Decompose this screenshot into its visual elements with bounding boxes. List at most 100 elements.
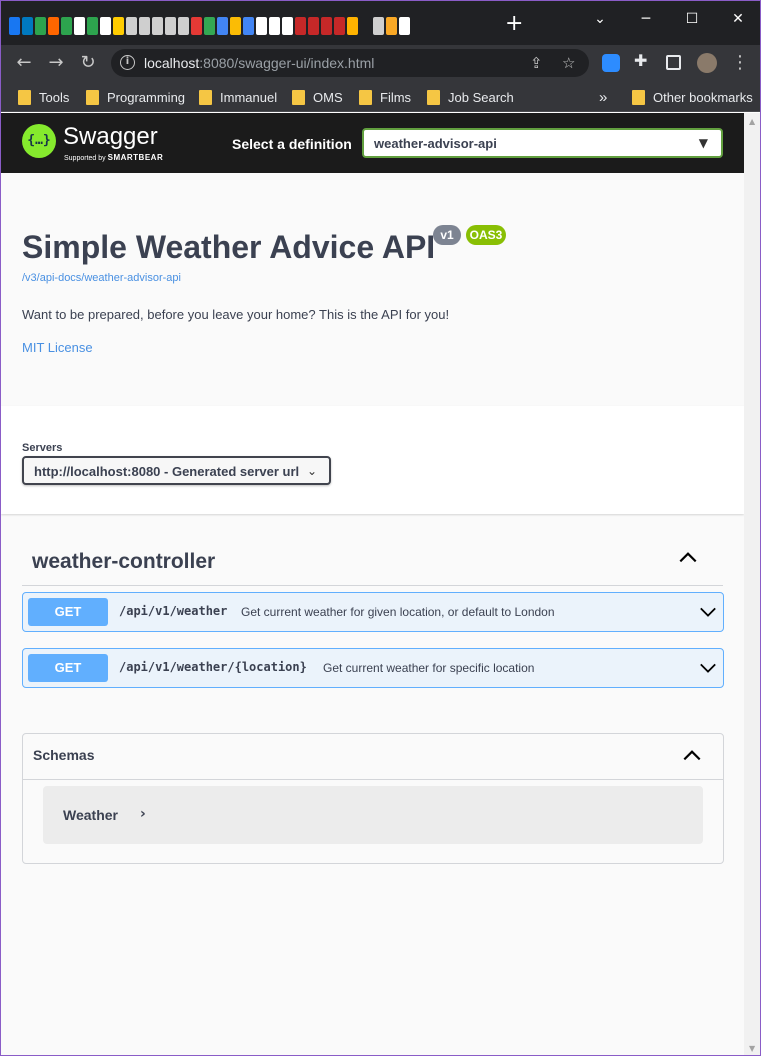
folder-icon [359,89,372,105]
menu-kebab-icon[interactable]: ⋮ [728,51,752,75]
tab-favicon[interactable] [9,17,20,35]
operation-get-weather-location[interactable]: GET /api/v1/weather/{location} Get curre… [22,648,724,688]
bookmark-tools[interactable]: Tools [18,88,69,106]
bookmarks-overflow-icon[interactable]: » [599,88,607,106]
tab-favicon[interactable] [204,17,215,35]
side-panel-icon[interactable] [666,55,681,70]
tab-favicon[interactable] [269,17,280,35]
chevron-down-icon[interactable] [699,603,717,621]
tab-search-icon[interactable]: ⌄ [577,5,623,33]
bookmark-label: Tools [39,89,70,105]
tab-favicon[interactable] [35,17,46,35]
spec-url-link[interactable]: /v3/api-docs/weather-advisor-api [22,272,181,284]
new-tab-button[interactable]: + [505,13,523,35]
collapse-caret-icon[interactable] [681,744,703,766]
tab-strip: + ⌄ ─ ☐ ✕ [1,1,760,45]
tab-favicon[interactable] [243,17,254,35]
bookmark-label: Immanuel [220,89,278,105]
tab-favicon[interactable] [308,17,319,35]
tab-favicon[interactable] [48,17,59,35]
profile-avatar[interactable] [697,53,717,73]
maximize-icon[interactable]: ☐ [669,5,715,33]
tab-favicon[interactable] [87,17,98,35]
server-select[interactable]: http://localhost:8080 - Generated server… [22,456,331,485]
tab-favicon[interactable] [230,17,241,35]
tab-favicon[interactable] [113,17,124,35]
pinned-tabs [9,17,410,35]
bookmark-job-search[interactable]: Job Search [427,88,514,106]
servers-label: Servers [22,442,63,454]
schemas-header[interactable]: Schemas [23,734,723,780]
tab-favicon[interactable] [178,17,189,35]
chevron-down-icon: ⌄ [306,464,317,478]
tab-favicon[interactable] [217,17,228,35]
swagger-logo-text[interactable]: Swagger [63,124,158,150]
extensions-puzzle-icon[interactable]: ✚ [634,51,652,70]
tab-favicon[interactable] [295,17,306,35]
folder-icon [632,89,645,105]
server-select-value: http://localhost:8080 - Generated server… [34,464,300,479]
bookmark-star-icon[interactable]: ☆ [562,54,575,72]
tab-favicon[interactable] [282,17,293,35]
minimize-icon[interactable]: ─ [623,5,669,33]
reload-icon[interactable]: ↻ [76,51,100,75]
folder-icon [86,89,99,105]
bookmark-films[interactable]: Films [359,88,411,106]
bookmark-oms[interactable]: OMS [292,88,343,106]
bookmark-programming[interactable]: Programming [86,88,185,106]
method-badge: GET [28,654,108,682]
schema-model-weather[interactable]: Weather › [43,786,703,844]
tab-favicon[interactable] [74,17,85,35]
other-bookmarks[interactable]: Other bookmarks [632,88,753,106]
servers-section: Servers http://localhost:8080 - Generate… [1,406,744,514]
swagger-logo-icon[interactable]: {…} [22,124,56,158]
controller-header[interactable]: weather-controller [22,538,723,586]
share-icon[interactable]: ⇪ [530,54,543,72]
scrollbar[interactable]: ▲ ▼ [744,113,760,1055]
bookmark-label: OMS [313,89,343,105]
folder-icon [199,89,212,105]
folder-icon [18,89,31,105]
tab-favicon[interactable] [100,17,111,35]
tab-favicon[interactable] [373,17,384,35]
tab-favicon[interactable] [360,17,371,35]
forward-icon[interactable]: → [44,51,68,75]
tab-favicon[interactable] [386,17,397,35]
address-bar[interactable]: i localhost:8080/swagger-ui/index.html ⇪… [111,49,589,77]
logo-sub-brand: SMARTBEAR [107,153,164,162]
tab-favicon[interactable] [321,17,332,35]
collapse-caret-icon[interactable] [677,546,699,568]
bookmark-label: Job Search [448,89,514,105]
tab-favicon[interactable] [22,17,33,35]
tab-favicon[interactable] [139,17,150,35]
tab-favicon[interactable] [334,17,345,35]
tab-favicon[interactable] [61,17,72,35]
oas-badge: OAS3 [466,225,506,245]
tab-favicon[interactable] [191,17,202,35]
tab-favicon[interactable] [152,17,163,35]
bookmark-immanuel[interactable]: Immanuel [199,88,277,106]
url-text[interactable]: localhost:8080/swagger-ui/index.html [144,55,374,71]
zoom-extension-icon[interactable] [602,54,620,72]
operation-get-weather[interactable]: GET /api/v1/weather Get current weather … [22,592,724,632]
tab-favicon[interactable] [126,17,137,35]
tab-favicon[interactable] [256,17,267,35]
bookmarks-bar: Tools Programming Immanuel OMS Films Job… [1,81,760,112]
browser-window: + ⌄ ─ ☐ ✕ ← → ↻ i localhost:8080/swagger… [0,0,761,1056]
definition-select[interactable]: weather-advisor-api ▼ [362,128,723,158]
chevron-right-icon[interactable]: › [140,806,146,822]
site-info-icon[interactable]: i [120,55,135,70]
close-window-icon[interactable]: ✕ [715,5,760,33]
controller-title: weather-controller [32,550,216,573]
operation-summary: Get current weather for specific locatio… [323,661,535,675]
scroll-down-arrow-icon[interactable]: ▼ [749,1044,755,1053]
license-link[interactable]: MIT License [22,340,93,355]
tab-favicon[interactable] [399,17,410,35]
select-definition-label: Select a definition [232,136,352,152]
tab-favicon[interactable] [165,17,176,35]
back-icon[interactable]: ← [12,51,36,75]
api-description: Want to be prepared, before you leave yo… [22,307,450,322]
chevron-down-icon[interactable] [699,659,717,677]
scroll-up-arrow-icon[interactable]: ▲ [749,117,755,126]
tab-favicon[interactable] [347,17,358,35]
